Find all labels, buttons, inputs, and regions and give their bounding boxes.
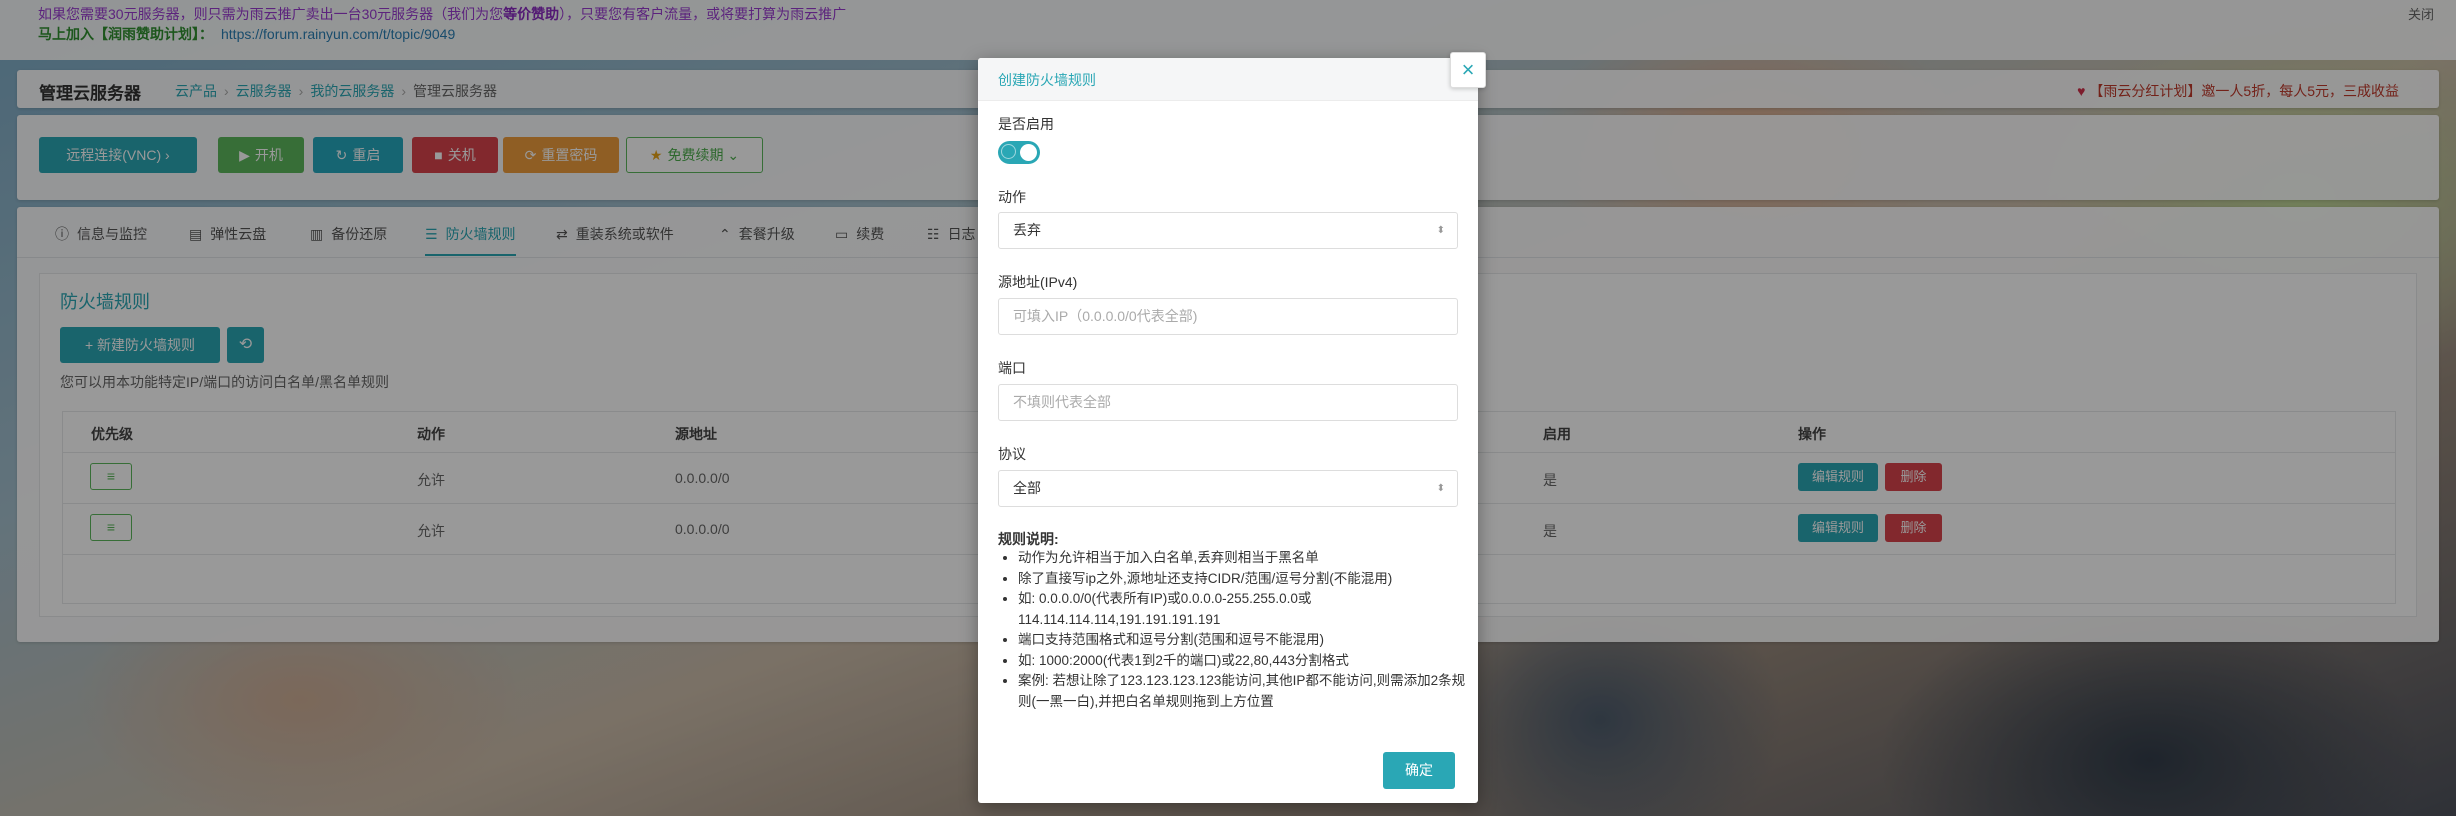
protocol-select[interactable]: 全部 ⬍ <box>998 470 1458 507</box>
enabled-label: 是否启用 <box>998 116 1054 132</box>
rule-note: 案例: 若想让除了123.123.123.123能访问,其他IP都不能访问,则需… <box>1018 671 1478 712</box>
dialog-header: 创建防火墙规则 <box>978 58 1478 101</box>
rule-note: 动作为允许相当于加入白名单,丢弃则相当于黑名单 <box>1018 548 1478 569</box>
close-icon[interactable]: × <box>1450 52 1486 88</box>
protocol-label: 协议 <box>998 446 1026 462</box>
rule-note: 如: 0.0.0.0/0(代表所有IP)或0.0.0.0-255.255.0.0… <box>1018 589 1478 630</box>
source-input[interactable]: 可填入IP（0.0.0.0/0代表全部) <box>998 298 1458 335</box>
dialog-title: 创建防火墙规则 <box>998 72 1096 88</box>
source-label: 源地址(IPv4) <box>998 274 1078 290</box>
confirm-button[interactable]: 确定 <box>1383 752 1455 789</box>
action-label: 动作 <box>998 189 1026 205</box>
select-arrows-icon: ⬍ <box>1436 483 1445 494</box>
action-select[interactable]: 丢弃 ⬍ <box>998 212 1458 249</box>
port-label: 端口 <box>998 360 1026 376</box>
rule-note: 除了直接写ip之外,源地址还支持CIDR/范围/逗号分割(不能混用) <box>1018 569 1478 590</box>
enabled-toggle[interactable] <box>998 141 1040 164</box>
port-input[interactable]: 不填则代表全部 <box>998 384 1458 421</box>
select-arrows-icon: ⬍ <box>1436 225 1445 236</box>
rule-note: 端口支持范围格式和逗号分割(范围和逗号不能混用) <box>1018 630 1478 651</box>
create-firewall-rule-dialog: 创建防火墙规则 × 是否启用 动作 丢弃 ⬍ 源地址(IPv4) 可填入IP（0.… <box>978 52 1486 803</box>
rule-note: 如: 1000:2000(代表1到2千的端口)或22,80,443分割格式 <box>1018 651 1478 672</box>
rules-title: 规则说明: <box>998 531 1059 547</box>
rules-list: 动作为允许相当于加入白名单,丢弃则相当于黑名单 除了直接写ip之外,源地址还支持… <box>998 548 1478 712</box>
